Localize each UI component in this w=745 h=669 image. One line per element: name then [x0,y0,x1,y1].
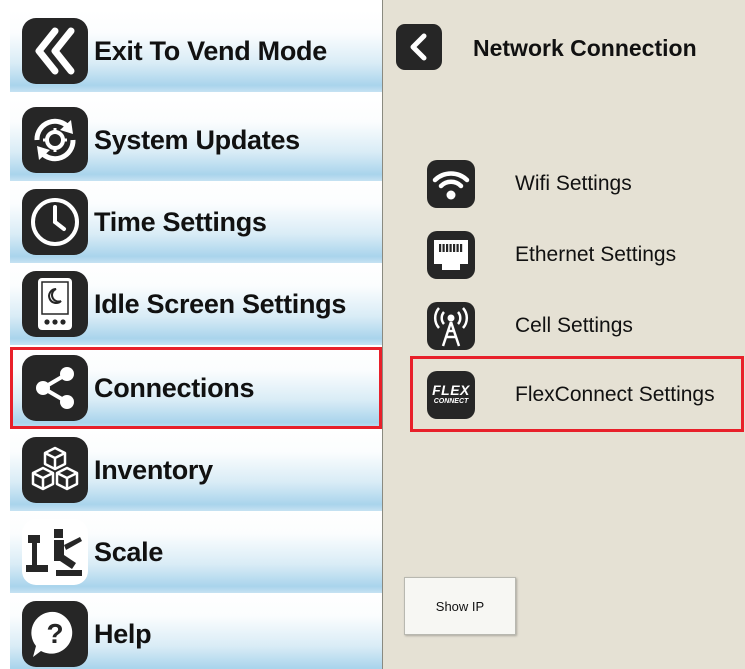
ethernet-settings-item[interactable]: Ethernet Settings [427,228,727,282]
menu-item-label: System Updates [94,124,300,155]
idle-device-icon [22,271,88,337]
menu-item-idle-screen-settings[interactable]: Idle Screen Settings [10,263,382,345]
cell-tower-icon [427,302,475,350]
clock-icon [22,189,88,255]
menu-item-system-updates[interactable]: System Updates [10,99,382,181]
flexconnect-settings-item[interactable]: FLEX CONNECT FlexConnect Settings [427,368,727,422]
wifi-icon [427,160,475,208]
flexconnect-icon-subtext: CONNECT [433,398,469,405]
chevron-left-icon [410,33,427,61]
menu-item-time-settings[interactable]: Time Settings [10,181,382,263]
network-connection-panel: Network Connection Wifi Settings Etherne… [383,0,745,669]
back-button[interactable] [396,24,442,70]
menu-item-exit-to-vend-mode[interactable]: Exit To Vend Mode [10,10,382,92]
scale-icon [22,519,88,585]
show-ip-button[interactable]: Show IP [404,577,516,635]
menu-item-label: Connections [94,372,255,403]
menu-item-label: Idle Screen Settings [94,288,347,319]
menu-item-inventory[interactable]: Inventory [10,429,382,511]
flexconnect-icon: FLEX CONNECT [427,371,475,419]
svg-text:?: ? [46,618,63,649]
flexconnect-settings-label: FlexConnect Settings [515,383,715,406]
menu-item-label: Inventory [94,454,213,485]
boxes-icon [22,437,88,503]
refresh-gear-icon [22,107,88,173]
menu-item-label: Scale [94,536,164,567]
question-icon: ? [22,601,88,667]
menu-item-label: Time Settings [94,206,267,237]
ethernet-icon [427,231,475,279]
cell-settings-item[interactable]: Cell Settings [427,299,727,353]
menu-item-label: Help [94,618,152,649]
menu-item-connections[interactable]: Connections [10,347,382,429]
cell-settings-label: Cell Settings [515,314,633,337]
menu-item-scale[interactable]: Scale [10,511,382,593]
share-icon [22,355,88,421]
settings-menu: Exit To Vend Mode System Updates Time Se… [0,0,383,669]
menu-item-help[interactable]: ? Help [10,593,382,669]
flexconnect-icon-text: FLEX [432,382,470,398]
page-title: Network Connection [473,35,697,61]
ethernet-settings-label: Ethernet Settings [515,243,677,266]
wifi-settings-label: Wifi Settings [515,172,632,195]
wifi-settings-item[interactable]: Wifi Settings [427,157,727,211]
double-chevron-left-icon [22,18,88,84]
menu-item-label: Exit To Vend Mode [94,35,327,66]
